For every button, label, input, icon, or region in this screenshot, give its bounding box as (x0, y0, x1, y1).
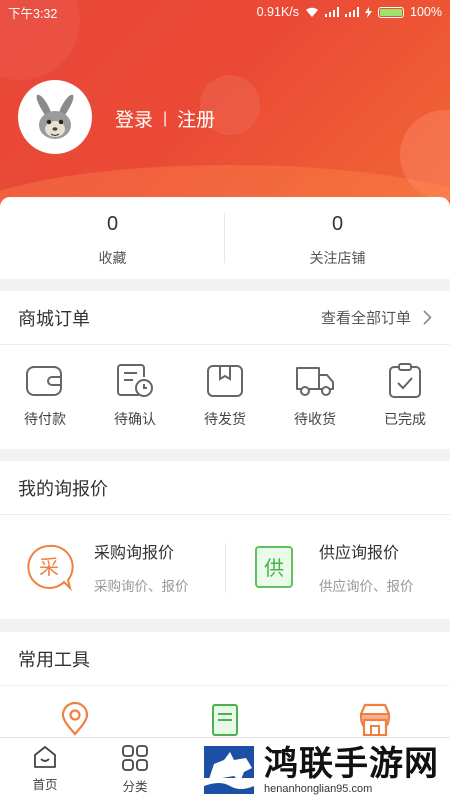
supply-inquiry-subtitle: 供应询价、报价 (319, 579, 414, 594)
view-all-orders-link[interactable]: 查看全部订单 (321, 307, 432, 328)
purchase-inquiry-title: 采购询报价 (94, 545, 175, 562)
register-link[interactable]: 注册 (177, 105, 215, 132)
clipboard-check-icon (389, 363, 421, 398)
favorites-label: 收藏 (98, 250, 127, 266)
shop-icon (359, 703, 391, 736)
network-speed: 0.91K/s (256, 5, 300, 19)
order-pending-ship[interactable]: 待发货 (180, 345, 270, 449)
favorites-count: 0 (106, 213, 119, 235)
login-register: 登录 | 注册 (115, 105, 215, 132)
category-icon (122, 745, 148, 771)
location-icon (61, 702, 89, 736)
battery-icon (378, 6, 405, 18)
wallet-icon (26, 366, 62, 396)
followed-shops-count: 0 (331, 213, 344, 235)
order-pending-receive-label: 待收货 (294, 411, 336, 427)
orders-title: 商城订单 (18, 308, 90, 329)
charging-icon (365, 6, 373, 18)
purchase-inquiry-subtitle: 采购询价、报价 (94, 579, 189, 594)
followed-shops-label: 关注店铺 (309, 250, 366, 266)
pending-confirm-icon (117, 364, 153, 397)
document-icon (212, 704, 238, 736)
supply-inquiry[interactable]: 供 供应询报价 供应询价、报价 (225, 539, 450, 595)
order-pending-confirm[interactable]: 待确认 (90, 345, 180, 449)
order-status-row: 待付款 待确认 待发货 待收货 已完成 (0, 345, 450, 449)
battery-level: 100% (410, 5, 442, 19)
tab-category[interactable]: 分类 (90, 738, 180, 800)
view-all-orders-label: 查看全部订单 (320, 310, 411, 327)
watermark-logo (204, 746, 254, 794)
wifi-icon (306, 7, 319, 17)
inquiry-section: 我的询报价 采 采购询报价 采购询价、报价 供 供应询报价 供应询价、报价 (0, 461, 450, 619)
watermark-text: 鸿联手游网 (264, 745, 439, 783)
home-icon (34, 746, 56, 768)
order-pending-receive[interactable]: 待收货 (270, 345, 360, 449)
package-icon (207, 365, 243, 397)
chevron-right-icon (423, 310, 432, 325)
inquiry-title: 我的询报价 (18, 478, 108, 499)
inquiry-header: 我的询报价 (0, 461, 450, 515)
tools-header: 常用工具 (0, 632, 450, 686)
signal-icon (345, 7, 360, 17)
signal-icon (325, 7, 340, 17)
status-bar: 下午3:32 0.91K/s 100% (0, 0, 450, 24)
purchase-badge-text: 采 (39, 555, 59, 579)
divider (225, 543, 226, 593)
tab-home[interactable]: 首页 (0, 738, 90, 800)
order-pending-ship-label: 待发货 (204, 411, 246, 427)
orders-section: 商城订单 查看全部订单 待付款 待确认 待发货 待收货 已完成 (0, 291, 450, 449)
divider (224, 213, 225, 263)
supply-badge-text: 供 (264, 556, 284, 580)
tab-home-label: 首页 (32, 778, 58, 792)
inquiry-row: 采 采购询报价 采购询价、报价 供 供应询报价 供应询价、报价 (0, 515, 450, 619)
order-completed[interactable]: 已完成 (360, 345, 450, 449)
watermark: 鸿联手游网 henanhonglian95.com (200, 740, 450, 800)
order-pending-payment-label: 待付款 (24, 411, 66, 427)
favorites-stat[interactable]: 0 收藏 (0, 197, 225, 279)
avatar[interactable] (18, 80, 92, 154)
separator: | (163, 109, 168, 127)
watermark-url: henanhonglian95.com (264, 783, 373, 795)
tab-category-label: 分类 (122, 780, 148, 794)
login-link[interactable]: 登录 (115, 105, 153, 132)
orders-header: 商城订单 查看全部订单 (0, 291, 450, 345)
tools-title: 常用工具 (18, 649, 90, 670)
tools-section: 常用工具 (0, 632, 450, 746)
truck-icon (296, 367, 334, 396)
purchase-inquiry[interactable]: 采 采购询报价 采购询价、报价 (0, 539, 225, 595)
supply-inquiry-title: 供应询报价 (319, 545, 400, 562)
order-pending-confirm-label: 待确认 (114, 411, 156, 427)
order-completed-label: 已完成 (384, 411, 426, 427)
followed-shops-stat[interactable]: 0 关注店铺 (225, 197, 450, 279)
order-pending-payment[interactable]: 待付款 (0, 345, 90, 449)
supply-badge-icon: 供 (255, 546, 293, 588)
purchase-badge-icon: 采 (27, 544, 74, 592)
rabbit-avatar-icon (36, 94, 74, 139)
stats-card: 0 收藏 0 关注店铺 (0, 197, 450, 279)
status-time: 下午3:32 (8, 6, 58, 21)
